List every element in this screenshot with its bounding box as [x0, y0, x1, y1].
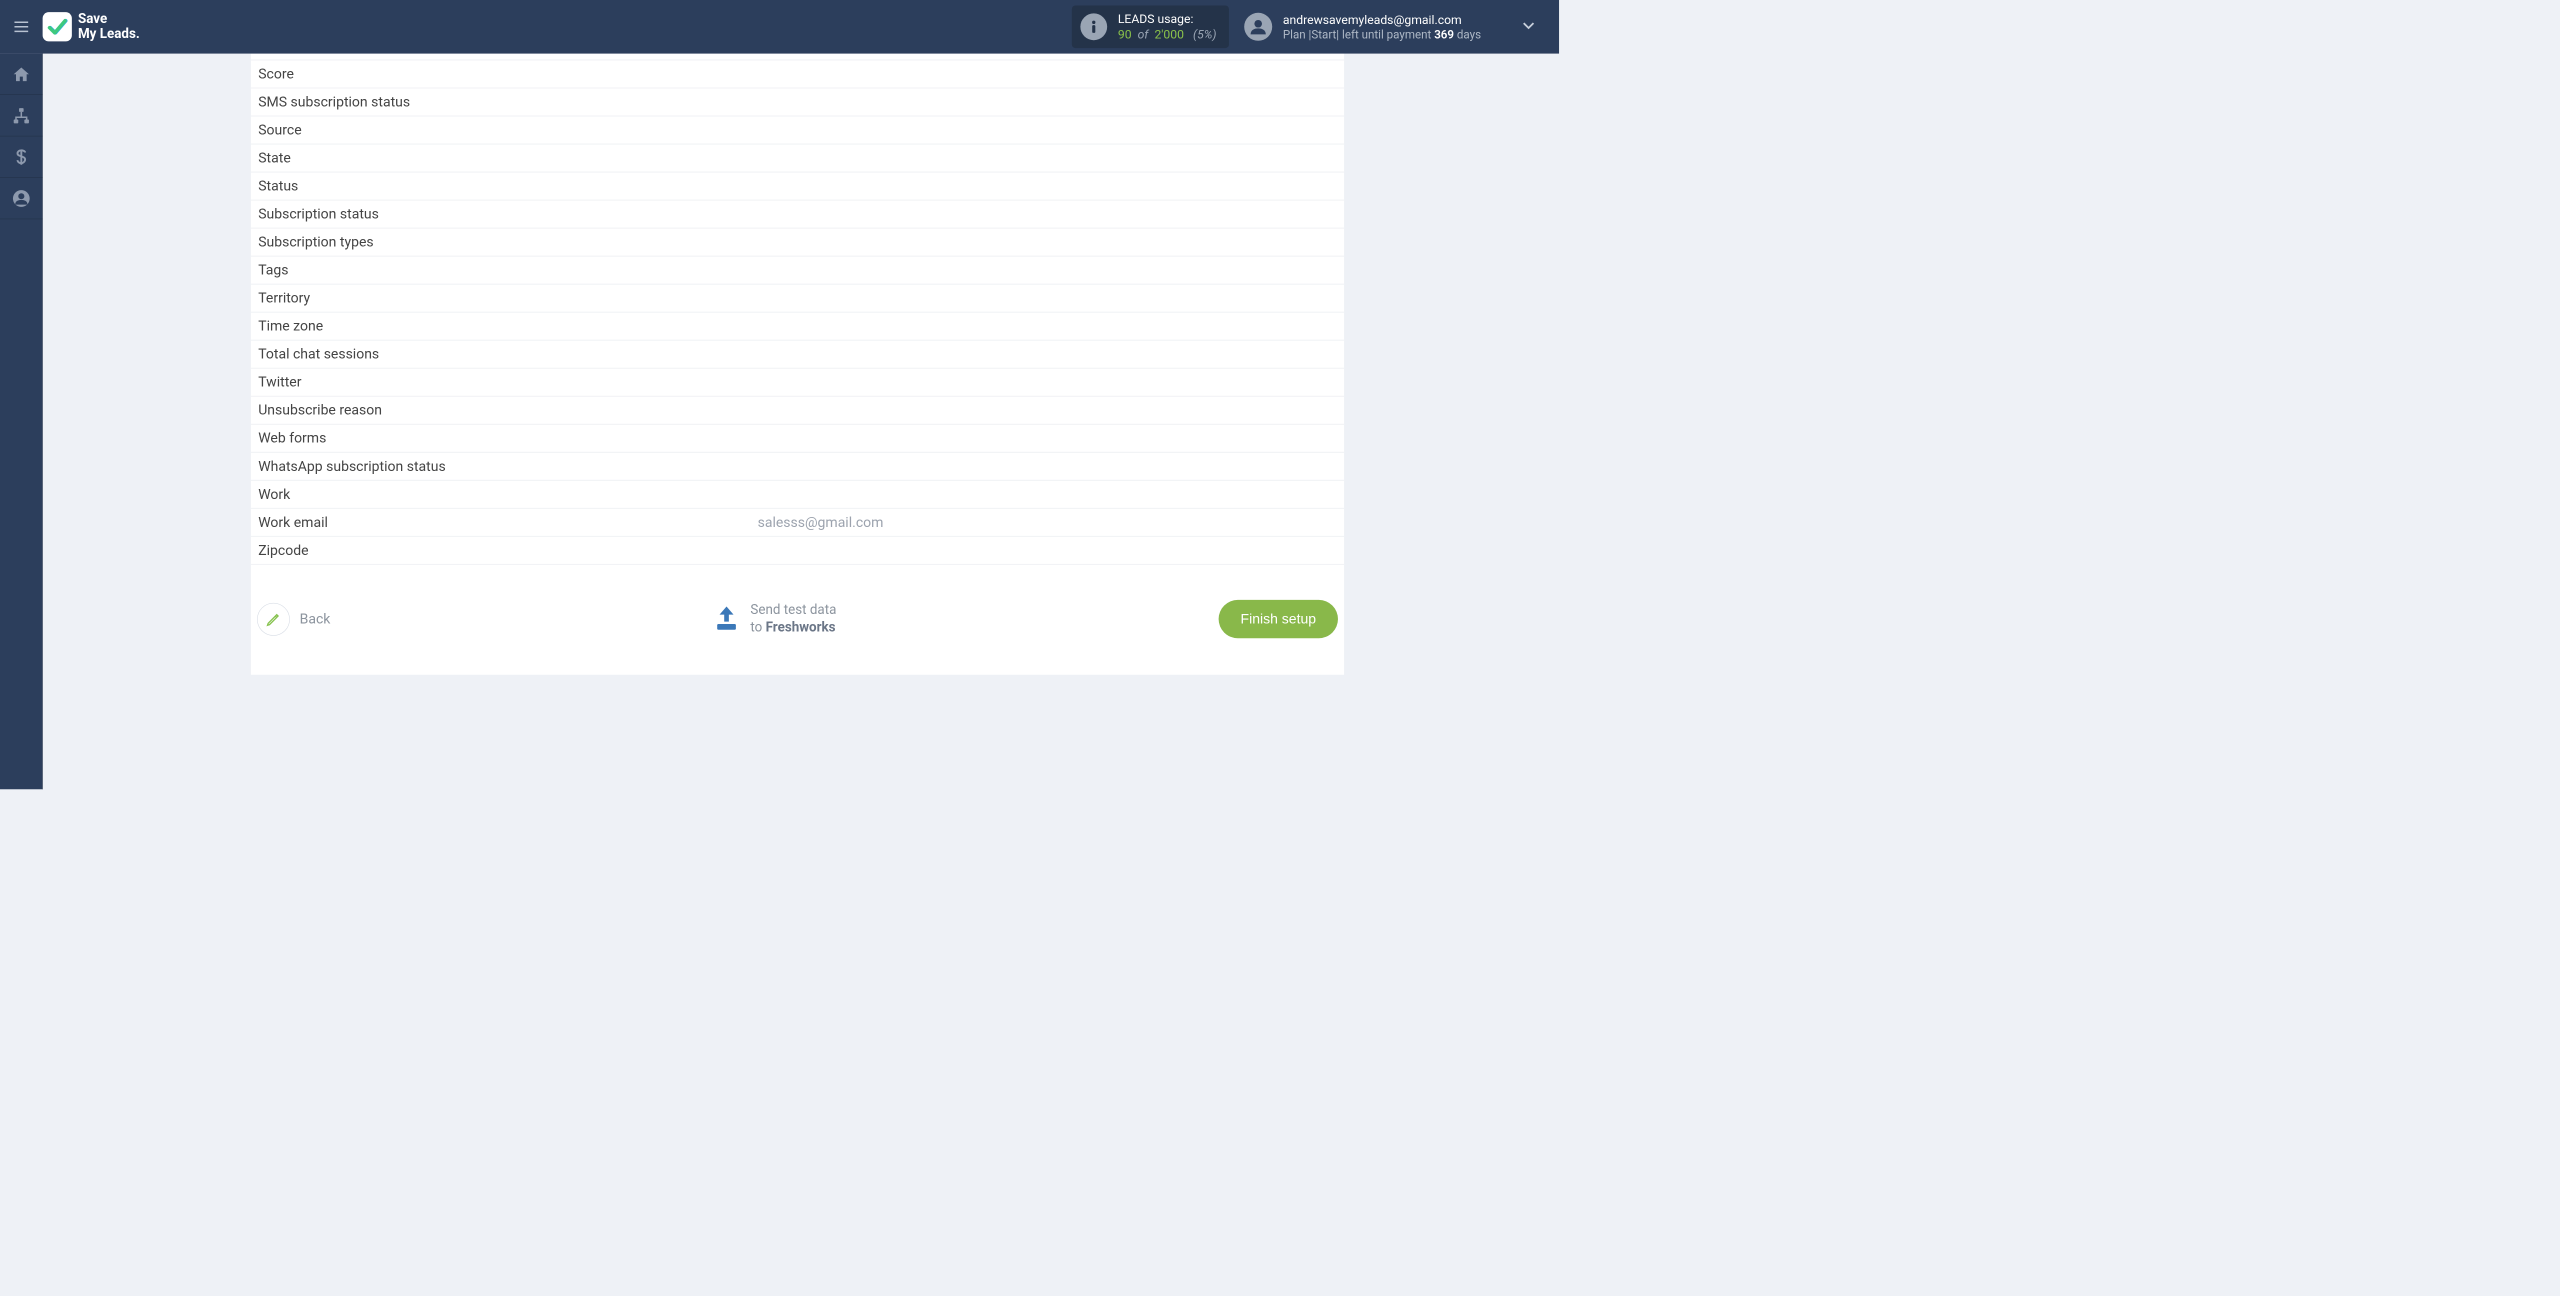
send-destination: Freshworks: [766, 620, 836, 635]
dollar-icon: [12, 148, 30, 166]
field-row[interactable]: Tags: [251, 256, 1344, 284]
field-label: Total chat sessions: [258, 346, 757, 362]
sidebar: [0, 54, 43, 790]
field-row[interactable]: Subscription types: [251, 228, 1344, 256]
field-row[interactable]: Territory: [251, 284, 1344, 312]
pencil-icon: [266, 611, 282, 627]
usage-of: of: [1138, 27, 1149, 42]
field-row[interactable]: Unsubscribe reason: [251, 396, 1344, 424]
field-label: Time zone: [258, 318, 757, 334]
field-row[interactable]: Total chat sessions: [251, 340, 1344, 368]
field-label: Status: [258, 178, 757, 194]
upload-icon: [713, 604, 741, 634]
sidebar-item-connections[interactable]: [0, 95, 42, 136]
info-icon: [1080, 13, 1107, 40]
plan-suffix: days: [1454, 27, 1481, 41]
field-label: Twitter: [258, 374, 757, 390]
sitemap-icon: [12, 106, 30, 124]
field-label: Source: [258, 122, 757, 138]
field-label: Web forms: [258, 430, 757, 446]
user-icon: [1249, 18, 1267, 36]
account-email: andrewsavemyleads@gmail.com: [1283, 12, 1481, 27]
back-label: Back: [300, 611, 331, 627]
send-to: to: [750, 620, 765, 635]
field-row[interactable]: State: [251, 144, 1344, 172]
field-row[interactable]: Source: [251, 116, 1344, 144]
chevron-down-icon: [1521, 18, 1536, 33]
field-row[interactable]: Zipcode: [251, 537, 1344, 565]
hamburger-icon: [12, 18, 30, 36]
send-line2: to Freshworks: [750, 619, 836, 636]
menu-toggle[interactable]: [0, 0, 43, 54]
field-label: Subscription status: [258, 206, 757, 222]
account-text: andrewsavemyleads@gmail.com Plan |Start|…: [1283, 12, 1481, 42]
back-button[interactable]: Back: [257, 603, 330, 636]
usage-values: 90 of 2'000 (5%): [1118, 27, 1217, 42]
field-label: WhatsApp subscription status: [258, 458, 757, 474]
logo-line2: My Leads.: [78, 27, 140, 42]
field-label: Tags: [258, 262, 757, 278]
logo-mark: [43, 12, 72, 41]
usage-label: LEADS usage:: [1118, 12, 1217, 27]
field-label: State: [258, 150, 757, 166]
field-row[interactable]: Time zone: [251, 312, 1344, 340]
actions-bar: Back Send test data to Freshworks: [251, 565, 1344, 639]
main-area: Score SMS subscription status Source State S…: [0, 54, 1559, 790]
field-row[interactable]: Status: [251, 172, 1344, 200]
field-label: Work: [258, 486, 757, 502]
sidebar-item-profile[interactable]: [0, 178, 42, 219]
field-row[interactable]: Twitter: [251, 368, 1344, 396]
setup-card: Score SMS subscription status Source State S…: [251, 54, 1344, 675]
plan-days: 369: [1434, 27, 1454, 41]
account-area[interactable]: andrewsavemyleads@gmail.com Plan |Start|…: [1244, 12, 1481, 42]
logo-text: Save My Leads.: [78, 12, 140, 41]
content-area: Score SMS subscription status Source State S…: [43, 54, 1559, 790]
app-logo[interactable]: Save My Leads.: [43, 12, 140, 41]
field-label: Zipcode: [258, 542, 757, 558]
field-row[interactable]: Score: [251, 60, 1344, 89]
usage-total: 2'000: [1154, 27, 1184, 42]
field-label: Territory: [258, 290, 757, 306]
logo-line1: Save: [78, 12, 140, 27]
finish-setup-button[interactable]: Finish setup: [1219, 600, 1338, 638]
send-text: Send test data to Freshworks: [750, 602, 836, 637]
field-label: Subscription types: [258, 234, 757, 250]
field-row[interactable]: SMS subscription status: [251, 88, 1344, 116]
field-label: SMS subscription status: [258, 94, 757, 110]
leads-usage-pill[interactable]: LEADS usage: 90 of 2'000 (5%): [1072, 5, 1229, 48]
app-header: Save My Leads. LEADS usage: 90 of 2'000 …: [0, 0, 1559, 54]
field-row[interactable]: Web forms: [251, 424, 1344, 452]
send-test-data[interactable]: Send test data to Freshworks: [713, 602, 837, 637]
field-label: Work email: [258, 514, 757, 530]
usage-text: LEADS usage: 90 of 2'000 (5%): [1118, 12, 1217, 42]
home-icon: [12, 65, 30, 83]
field-label: Score: [258, 66, 757, 82]
user-circle-icon: [12, 189, 30, 207]
account-plan: Plan |Start| left until payment 369 days: [1283, 27, 1481, 41]
field-value: salesss@gmail.com: [758, 514, 1337, 530]
checkmark-icon: [47, 16, 68, 37]
send-line1: Send test data: [750, 602, 836, 619]
fields-list: Score SMS subscription status Source State S…: [251, 54, 1344, 565]
sidebar-item-billing[interactable]: [0, 136, 42, 177]
sidebar-item-home[interactable]: [0, 54, 42, 95]
field-row[interactable]: Subscription status: [251, 200, 1344, 228]
field-row[interactable]: Work: [251, 481, 1344, 509]
field-row[interactable]: Work emailsalesss@gmail.com: [251, 509, 1344, 537]
plan-prefix: Plan |Start| left until payment: [1283, 27, 1434, 41]
field-row[interactable]: WhatsApp subscription status: [251, 452, 1344, 480]
back-icon-circle: [257, 603, 290, 636]
avatar: [1244, 13, 1272, 41]
usage-percent: (5%): [1193, 27, 1216, 42]
account-menu-toggle[interactable]: [1498, 18, 1559, 35]
usage-used: 90: [1118, 27, 1132, 42]
field-label: Unsubscribe reason: [258, 402, 757, 418]
